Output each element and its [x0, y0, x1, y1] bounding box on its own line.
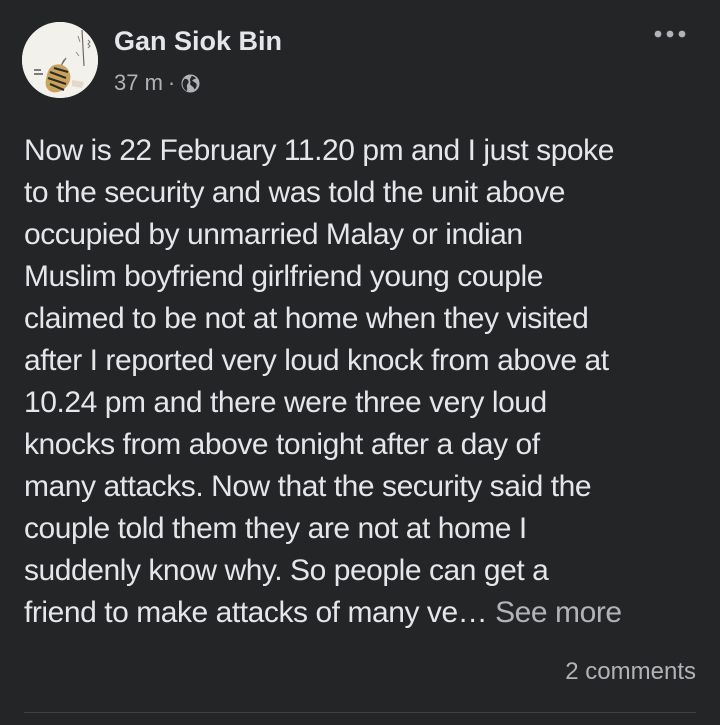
post-line: couple told them they are not at home I — [24, 512, 527, 545]
post-line: Muslim boyfriend girlfriend young couple — [24, 260, 543, 293]
meta-separator: · — [167, 70, 176, 95]
post-line: suddenly know why. So people can get a — [24, 554, 549, 587]
post-line: after I reported very loud knock from ab… — [24, 344, 609, 377]
author-name[interactable]: Gan Siok Bin — [114, 24, 282, 58]
post-meta: 37 m · — [114, 68, 201, 98]
post-time[interactable]: 37 m — [114, 70, 163, 96]
post-line: occupied by unmarried Malay or indian — [24, 218, 523, 251]
post-body: Now is 22 February 11.20 pm and I just s… — [24, 130, 708, 634]
profile-photo-icon — [22, 22, 98, 98]
post-line: Now is 22 February 11.20 pm and I just s… — [24, 134, 614, 167]
more-horizontal-icon — [654, 30, 686, 38]
post-line: many attacks. Now that the security said… — [24, 470, 592, 503]
post-line: knocks from above tonight after a day of — [24, 428, 540, 461]
see-more-link[interactable]: See more — [495, 596, 622, 629]
post-line: claimed to be not at home when they visi… — [24, 302, 589, 335]
post-line-last: friend to make attacks of many ve… See m… — [24, 592, 708, 634]
globe-icon[interactable] — [180, 73, 201, 94]
divider — [24, 712, 696, 713]
avatar[interactable] — [22, 22, 98, 98]
comments-count-link[interactable]: 2 comments — [565, 656, 696, 688]
post-card: Gan Siok Bin 37 m · Now is 22 February 1… — [0, 0, 720, 725]
post-line: to the security and was told the unit ab… — [24, 176, 565, 209]
more-options-button[interactable] — [650, 22, 690, 46]
post-line: friend to make attacks of many ve… — [24, 596, 496, 629]
post-line: 10.24 pm and there were three very loud — [24, 386, 547, 419]
